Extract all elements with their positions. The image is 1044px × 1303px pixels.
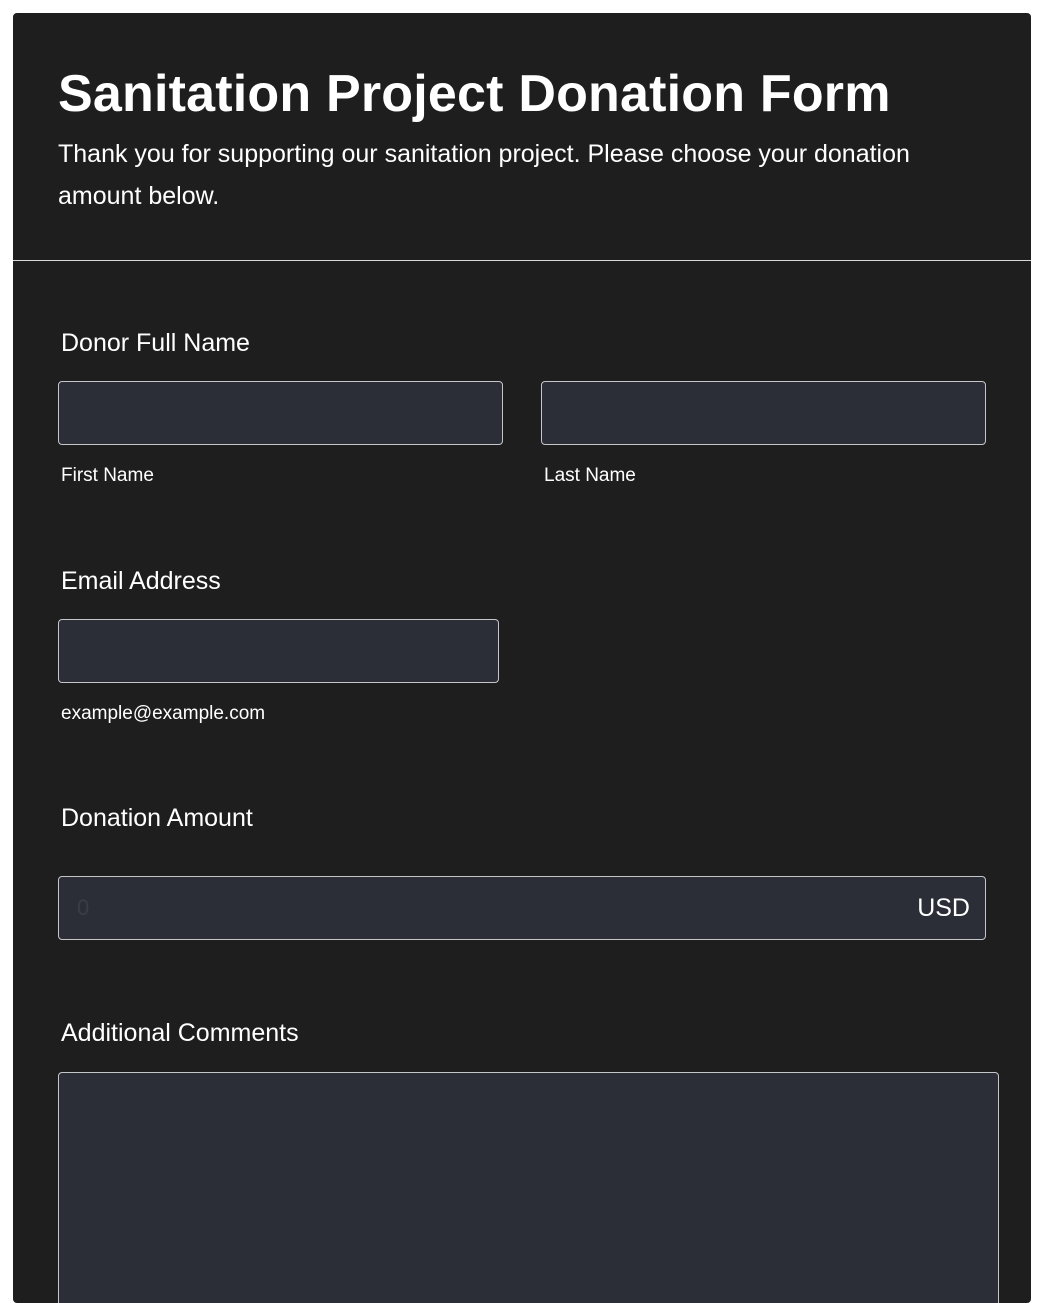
first-name-sublabel: First Name: [61, 465, 154, 486]
form-title: Sanitation Project Donation Form: [58, 65, 891, 123]
email-input[interactable]: [58, 619, 499, 683]
comments-label: Additional Comments: [61, 1019, 299, 1047]
first-name-input[interactable]: [58, 381, 503, 445]
currency-label: USD: [917, 894, 970, 922]
donor-name-label: Donor Full Name: [61, 329, 250, 357]
comments-textarea[interactable]: [58, 1072, 999, 1303]
last-name-input[interactable]: [541, 381, 986, 445]
last-name-sublabel: Last Name: [544, 465, 636, 486]
form-header: Sanitation Project Donation Form Thank y…: [13, 13, 1031, 261]
donation-amount-label: Donation Amount: [61, 804, 253, 832]
form-subtitle: Thank you for supporting our sanitation …: [58, 140, 910, 210]
donation-form-card: Sanitation Project Donation Form Thank y…: [13, 13, 1031, 1303]
email-label: Email Address: [61, 567, 221, 595]
donation-amount-input[interactable]: 0 USD: [58, 876, 986, 940]
email-sublabel: example@example.com: [61, 703, 266, 724]
donation-amount-value: 0: [77, 895, 90, 920]
